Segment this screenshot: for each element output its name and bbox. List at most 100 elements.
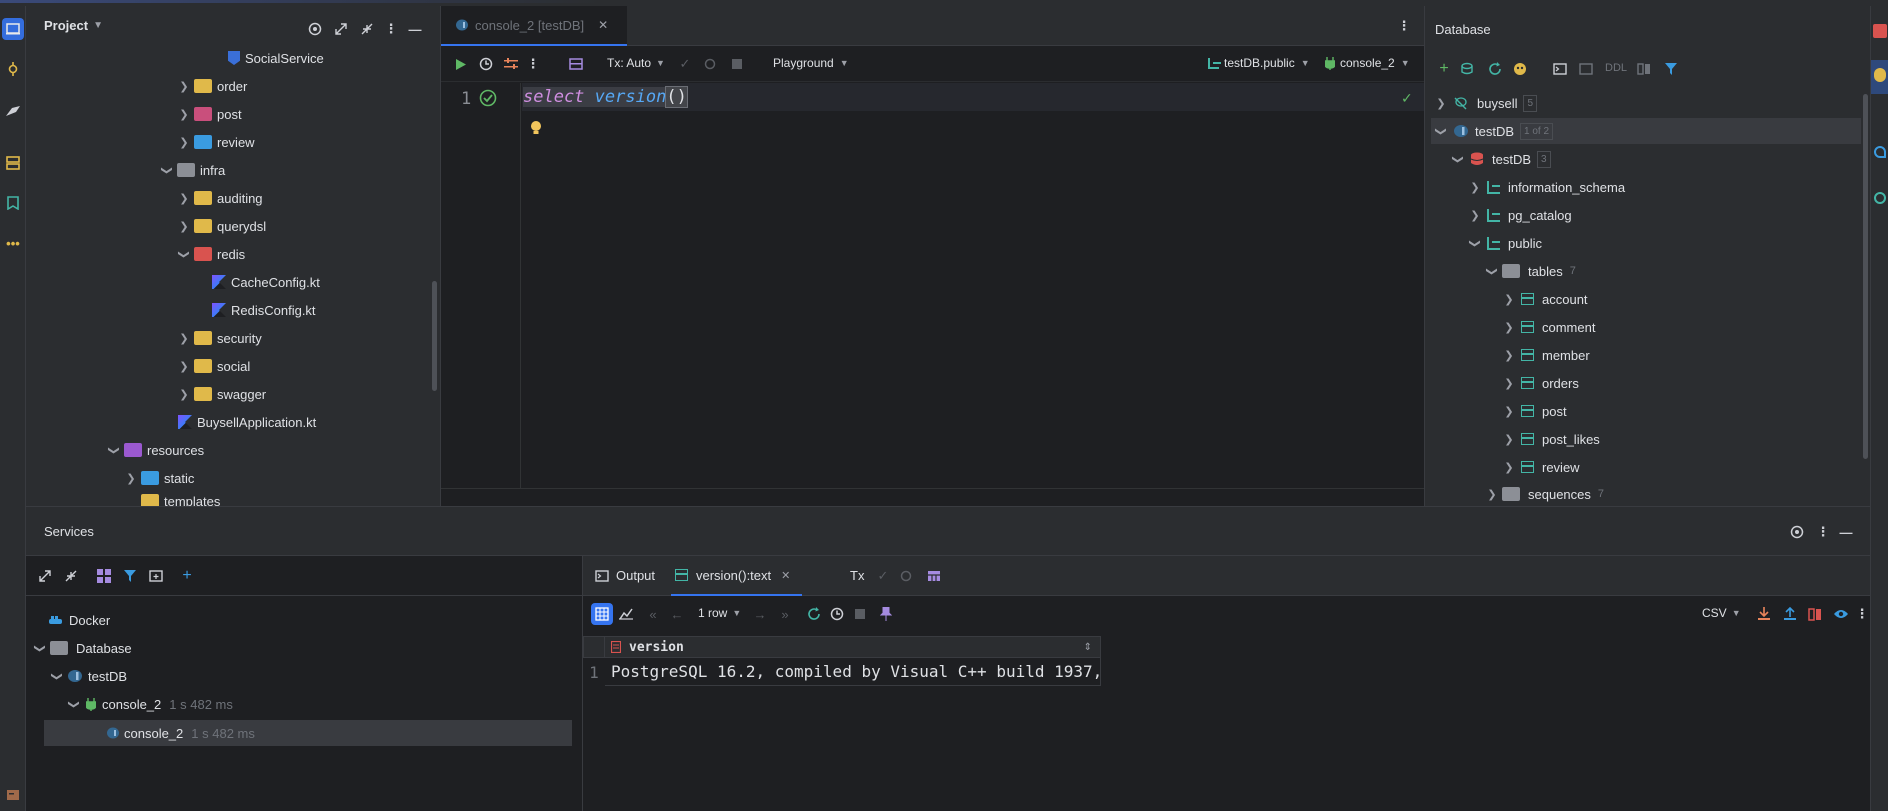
output-layout-icon[interactable]: [565, 53, 587, 75]
filter-icon[interactable]: [1660, 58, 1682, 80]
tree-item-buysellapplication[interactable]: BuysellApplication.kt: [176, 410, 316, 434]
tree-item-infra[interactable]: ❯ infra: [159, 158, 226, 182]
compare-icon[interactable]: [1804, 603, 1826, 625]
endpoints-icon[interactable]: [1874, 192, 1886, 204]
minimize-icon[interactable]: —: [404, 18, 426, 40]
tree-item-redisconfig[interactable]: RedisConfig.kt: [210, 298, 316, 322]
expand-all-icon[interactable]: [34, 565, 56, 587]
db-tree-table-orders[interactable]: ❯ orders: [1501, 371, 1578, 395]
column-header-version[interactable]: version ⇕: [605, 636, 1101, 658]
database-scrollbar[interactable]: [1863, 94, 1868, 459]
db-tree-pg-catalog[interactable]: ❯ pg_catalog: [1467, 203, 1571, 227]
console-icon[interactable]: [1549, 58, 1571, 80]
export-format-dropdown[interactable]: CSV ▼: [1702, 606, 1741, 620]
page-size-dropdown[interactable]: 1 row ▼: [698, 606, 741, 620]
ddl-button[interactable]: DDL: [1605, 62, 1627, 74]
settings-sliders-icon[interactable]: [500, 53, 522, 75]
execute-icon[interactable]: [450, 53, 472, 75]
notifications-icon[interactable]: [1873, 24, 1887, 38]
refresh-icon[interactable]: [1484, 58, 1506, 80]
db-tree-sequences[interactable]: ❯ sequences 7: [1484, 483, 1604, 505]
locate-icon[interactable]: [304, 18, 326, 40]
services-tree-docker[interactable]: Docker: [48, 608, 110, 632]
structure-tool-icon[interactable]: [2, 152, 24, 174]
tab-result-version[interactable]: version():text ✕: [671, 556, 803, 596]
db-tree-testdb[interactable]: ❯ testDB 3: [1450, 147, 1551, 171]
data-source-properties-icon[interactable]: [1457, 58, 1479, 80]
filter-icon[interactable]: [119, 565, 141, 587]
view-eye-icon[interactable]: [1830, 603, 1852, 625]
reload-icon[interactable]: [803, 603, 825, 625]
new-tab-icon[interactable]: [145, 565, 167, 587]
expand-all-icon[interactable]: [330, 18, 352, 40]
db-tree-table-account[interactable]: ❯ account: [1501, 287, 1587, 311]
tree-item-socialservice[interactable]: SocialService: [226, 46, 324, 70]
add-service-icon[interactable]: +: [176, 565, 198, 587]
tree-item-resources[interactable]: ❯ resources: [106, 438, 205, 462]
tab-console-2[interactable]: console_2 [testDB] ✕: [441, 6, 627, 46]
tree-item-security[interactable]: ❯ security: [176, 326, 261, 350]
playground-dropdown[interactable]: Playground ▼: [773, 56, 849, 70]
close-icon[interactable]: ✕: [781, 569, 790, 582]
add-icon[interactable]: +: [1433, 58, 1455, 80]
diagram-icon[interactable]: [1633, 58, 1655, 80]
history-icon[interactable]: [826, 603, 848, 625]
db-tree-table-member[interactable]: ❯ member: [1501, 343, 1589, 367]
sort-icon[interactable]: ⇕: [1084, 642, 1092, 653]
history-icon[interactable]: [475, 53, 497, 75]
db-tree-tables[interactable]: ❯ tables 7: [1484, 259, 1576, 283]
tab-tx[interactable]: Tx: [850, 568, 864, 583]
services-tree-console-parent[interactable]: ❯ console_2 1 s 482 ms: [66, 692, 233, 716]
db-tree-table-post[interactable]: ❯ post: [1501, 399, 1566, 423]
group-by-icon[interactable]: [93, 565, 115, 587]
services-tree-database[interactable]: ❯ Database: [32, 636, 132, 660]
ai-assistant-icon[interactable]: [1874, 146, 1886, 158]
tree-item-cacheconfig[interactable]: CacheConfig.kt: [210, 270, 320, 294]
db-tree-testdb-root[interactable]: ❯ testDB 1 of 2: [1433, 119, 1554, 143]
tree-item-templates[interactable]: templates: [123, 494, 220, 506]
more-tools-icon[interactable]: •••: [2, 232, 24, 254]
sql-code-line[interactable]: select version(): [523, 86, 688, 108]
tree-item-querydsl[interactable]: ❯ querydsl: [176, 214, 266, 238]
locate-icon[interactable]: [1786, 521, 1808, 543]
tree-item-review[interactable]: ❯ review: [176, 130, 254, 154]
tree-item-redis[interactable]: ❯ redis: [176, 242, 246, 266]
table-view-icon[interactable]: [591, 603, 613, 625]
db-tree-table-comment[interactable]: ❯ comment: [1501, 315, 1595, 339]
bookmarks-tool-icon[interactable]: [2, 192, 24, 214]
tx-mode-dropdown[interactable]: Tx: Auto ▼: [607, 56, 665, 70]
options-menu-icon[interactable]: ⋮: [380, 18, 402, 40]
tree-item-swagger[interactable]: ❯ swagger: [176, 382, 266, 406]
project-scrollbar[interactable]: [432, 281, 437, 391]
tree-item-auditing[interactable]: ❯ auditing: [176, 186, 262, 210]
more-actions-icon[interactable]: ⋮: [522, 53, 544, 75]
edit-data-icon[interactable]: [1575, 58, 1597, 80]
tree-item-post[interactable]: ❯ post: [176, 102, 241, 126]
db-tree-buysell[interactable]: ❯ buysell 5: [1433, 91, 1538, 115]
layout-icon[interactable]: [923, 565, 945, 587]
endpoints-tool-icon[interactable]: [2, 100, 24, 122]
options-menu-icon[interactable]: ⋮: [1812, 521, 1834, 543]
collapse-all-icon[interactable]: [60, 565, 82, 587]
services-tree-testdb[interactable]: ❯ testDB: [49, 664, 128, 688]
schema-selector[interactable]: testDB.public ▼: [1208, 56, 1310, 70]
jump-to-query-console-icon[interactable]: [1509, 58, 1531, 80]
services-tree-console-child[interactable]: console_2 1 s 482 ms: [106, 721, 255, 745]
export-data-icon[interactable]: [1753, 603, 1775, 625]
pin-tab-icon[interactable]: [875, 603, 897, 625]
db-tree-table-review[interactable]: ❯ review: [1501, 455, 1579, 479]
terminal-tool-icon[interactable]: [2, 784, 24, 806]
result-cell[interactable]: PostgreSQL 16.2, compiled by Visual C++ …: [605, 658, 1101, 686]
minimize-icon[interactable]: —: [1835, 521, 1857, 543]
tree-item-order[interactable]: ❯ order: [176, 74, 247, 98]
db-tree-public[interactable]: ❯ public: [1467, 231, 1542, 255]
db-tree-table-post-likes[interactable]: ❯ post_likes: [1501, 427, 1599, 451]
project-panel-title[interactable]: Project ▼: [44, 18, 103, 33]
project-tool-icon[interactable]: [2, 18, 24, 40]
tree-item-social[interactable]: ❯ social: [176, 354, 250, 378]
session-selector[interactable]: console_2 ▼: [1325, 56, 1410, 70]
commit-tool-icon[interactable]: [2, 58, 24, 80]
db-tree-information-schema[interactable]: ❯ information_schema: [1467, 175, 1625, 199]
lightbulb-icon[interactable]: [529, 120, 543, 139]
collapse-all-icon[interactable]: [356, 18, 378, 40]
